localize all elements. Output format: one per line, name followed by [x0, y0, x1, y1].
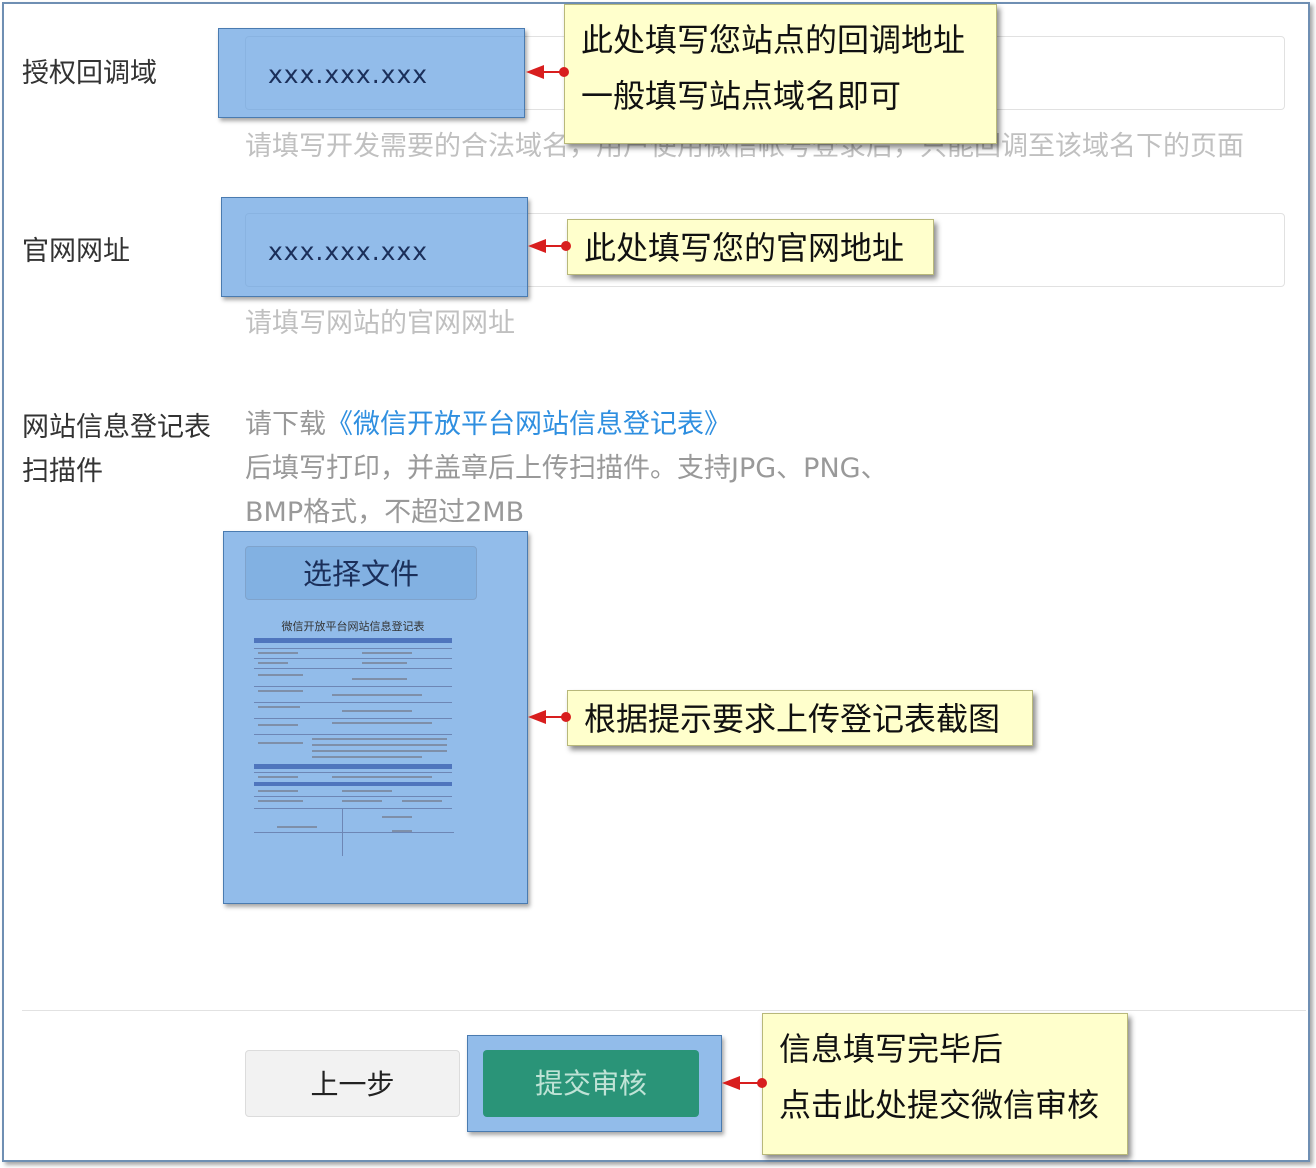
callback-domain-label: 授权回调域: [22, 58, 157, 89]
callout-submit: 信息填写完毕后 点击此处提交微信审核: [762, 1013, 1128, 1155]
website-hint: 请填写网站的官网网址: [245, 308, 515, 339]
registration-form-desc-line1: 请下载《微信开放平台网站信息登记表》: [245, 406, 731, 444]
arrow-website: [528, 239, 572, 253]
callout-submit-line1: 信息填写完毕后: [779, 1030, 1004, 1068]
arrow-submit: [722, 1076, 768, 1090]
select-file-button[interactable]: 选择文件: [245, 546, 477, 600]
registration-form-download-link[interactable]: 《微信开放平台网站信息登记表》: [326, 409, 731, 440]
thumbnail-title: 微信开放平台网站信息登记表: [281, 620, 425, 633]
registration-form-label-line1: 网站信息登记表: [22, 412, 211, 443]
arrow-upload: [528, 710, 572, 724]
callout-website: 此处填写您的官网地址: [567, 219, 934, 275]
callout-callback-line2: 一般填写站点域名即可: [581, 77, 902, 115]
submit-review-button[interactable]: 提交审核: [483, 1050, 699, 1117]
registration-form-label-line2: 扫描件: [22, 456, 103, 487]
registration-form-desc-line2: 后填写打印，并盖章后上传扫描件。支持JPG、PNG、: [245, 453, 888, 484]
website-label: 官网网址: [22, 236, 130, 267]
arrow-callback: [526, 65, 570, 79]
registration-form-desc-line3: BMP格式，不超过2MB: [245, 497, 525, 528]
callback-domain-value: xxx.xxx.xxx: [268, 60, 429, 89]
callout-submit-line2: 点击此处提交微信审核: [779, 1086, 1100, 1124]
callout-callback-line1: 此处填写您站点的回调地址: [581, 21, 966, 59]
website-value: xxx.xxx.xxx: [268, 237, 429, 266]
page-frame: [2, 2, 1310, 1162]
footer-divider: [22, 1010, 1306, 1011]
download-prefix: 请下载: [245, 409, 326, 440]
prev-step-button[interactable]: 上一步: [245, 1050, 460, 1117]
callout-upload: 根据提示要求上传登记表截图: [567, 690, 1033, 746]
registration-form-thumbnail: 微信开放平台网站信息登记表: [252, 616, 454, 856]
callout-callback-domain: 此处填写您站点的回调地址 一般填写站点域名即可: [564, 4, 997, 144]
thumbnail-bottom-rule: [254, 832, 454, 833]
